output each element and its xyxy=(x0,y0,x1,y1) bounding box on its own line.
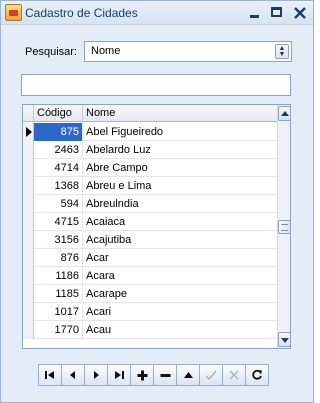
search-input[interactable] xyxy=(21,74,291,96)
header-indicator xyxy=(23,105,34,122)
cell-code[interactable]: 4714 xyxy=(34,159,83,177)
close-button[interactable] xyxy=(290,4,310,22)
row-indicator xyxy=(23,249,34,267)
app-window: Cadastro de Cidades Pesquisar: Nome ▲ ▼ C… xyxy=(0,0,314,403)
close-icon xyxy=(294,7,306,19)
cell-code[interactable]: 875 xyxy=(34,123,83,141)
table-row[interactable]: 1770 Acau xyxy=(23,321,277,339)
title-bar[interactable]: Cadastro de Cidades xyxy=(1,1,313,25)
cell-code[interactable]: 594 xyxy=(34,195,83,213)
prior-record-icon xyxy=(70,371,75,379)
cell-code[interactable]: 2463 xyxy=(34,141,83,159)
table-row[interactable]: 4715 Acaiaca xyxy=(23,213,277,231)
cell-code[interactable]: 3156 xyxy=(34,231,83,249)
first-record-icon xyxy=(45,371,54,379)
cancel-icon xyxy=(229,370,239,380)
cancel-edit-button[interactable] xyxy=(222,364,246,386)
db-navigator xyxy=(38,364,278,386)
post-icon xyxy=(205,370,217,380)
minimize-button[interactable] xyxy=(244,4,264,22)
row-indicator xyxy=(23,303,34,321)
table-row[interactable]: 1185 Acarape xyxy=(23,285,277,303)
cell-name[interactable]: Abelardo Luz xyxy=(83,141,277,159)
table-row[interactable]: 3156 Acajutiba xyxy=(23,231,277,249)
app-icon xyxy=(5,4,22,21)
table-row[interactable]: 4714 Abre Campo xyxy=(23,159,277,177)
cell-name[interactable]: Abre Campo xyxy=(83,159,277,177)
first-record-button[interactable] xyxy=(38,364,62,386)
prior-record-button[interactable] xyxy=(61,364,85,386)
cell-name[interactable]: Acarape xyxy=(83,285,277,303)
row-pointer-icon xyxy=(23,123,34,141)
last-record-icon xyxy=(115,371,124,379)
grid-header: Código Nome xyxy=(23,105,277,122)
row-indicator xyxy=(23,285,34,303)
delete-record-button[interactable] xyxy=(153,364,177,386)
search-field-select[interactable]: Nome ▲ ▼ xyxy=(84,41,292,62)
maximize-button[interactable] xyxy=(267,4,287,22)
table-row[interactable]: 1368 Abreu e Lima xyxy=(23,177,277,195)
cell-name[interactable]: Abel Figueiredo xyxy=(83,123,277,141)
grid-rows: 875 Abel Figueiredo 2463 Abelardo Luz 47… xyxy=(23,123,277,339)
cell-code[interactable]: 876 xyxy=(34,249,83,267)
delete-icon xyxy=(160,373,170,377)
row-indicator xyxy=(23,213,34,231)
table-row[interactable]: 594 Abreulndia xyxy=(23,195,277,213)
cell-code[interactable]: 1017 xyxy=(34,303,83,321)
row-indicator xyxy=(23,195,34,213)
dropdown-spin-icon[interactable]: ▲ ▼ xyxy=(275,44,289,59)
edit-record-button[interactable] xyxy=(176,364,200,386)
refresh-icon xyxy=(252,369,262,380)
maximize-icon xyxy=(271,7,282,17)
cities-grid[interactable]: Código Nome 875 Abel Figueiredo 2463 Abe… xyxy=(22,104,291,349)
row-indicator xyxy=(23,159,34,177)
cell-name[interactable]: Abreulndia xyxy=(83,195,277,213)
next-record-icon xyxy=(94,371,99,379)
last-record-button[interactable] xyxy=(107,364,131,386)
refresh-button[interactable] xyxy=(245,364,269,386)
search-label: Pesquisar: xyxy=(25,46,77,58)
cell-name[interactable]: Acar xyxy=(83,249,277,267)
cell-name[interactable]: Acari xyxy=(83,303,277,321)
scroll-up-icon[interactable] xyxy=(278,106,291,121)
table-row[interactable]: 875 Abel Figueiredo xyxy=(23,123,277,141)
row-indicator xyxy=(23,231,34,249)
post-record-button[interactable] xyxy=(199,364,223,386)
insert-record-button[interactable] xyxy=(130,364,154,386)
cell-name[interactable]: Acajutiba xyxy=(83,231,277,249)
cell-name[interactable]: Acaiaca xyxy=(83,213,277,231)
cell-name[interactable]: Acara xyxy=(83,267,277,285)
cell-code[interactable]: 1185 xyxy=(34,285,83,303)
vertical-scrollbar[interactable] xyxy=(277,105,291,348)
search-field-value: Nome xyxy=(91,45,121,57)
column-header-name[interactable]: Nome xyxy=(83,105,277,122)
edit-icon xyxy=(183,372,193,378)
cell-code[interactable]: 1186 xyxy=(34,267,83,285)
scroll-thumb[interactable] xyxy=(278,220,291,234)
row-indicator xyxy=(23,141,34,159)
scroll-down-icon[interactable] xyxy=(278,332,291,347)
minimize-icon xyxy=(250,15,259,18)
row-indicator xyxy=(23,177,34,195)
cell-name[interactable]: Abreu e Lima xyxy=(83,177,277,195)
insert-icon xyxy=(137,370,147,380)
cell-code[interactable]: 1368 xyxy=(34,177,83,195)
cell-code[interactable]: 1770 xyxy=(34,321,83,339)
row-indicator xyxy=(23,267,34,285)
column-header-code[interactable]: Código xyxy=(34,105,83,122)
cell-code[interactable]: 4715 xyxy=(34,213,83,231)
table-row[interactable]: 876 Acar xyxy=(23,249,277,267)
cell-name[interactable]: Acau xyxy=(83,321,277,339)
table-row[interactable]: 2463 Abelardo Luz xyxy=(23,141,277,159)
next-record-button[interactable] xyxy=(84,364,108,386)
row-indicator xyxy=(23,321,34,339)
window-title: Cadastro de Cidades xyxy=(25,6,138,20)
table-row[interactable]: 1186 Acara xyxy=(23,267,277,285)
table-row[interactable]: 1017 Acari xyxy=(23,303,277,321)
